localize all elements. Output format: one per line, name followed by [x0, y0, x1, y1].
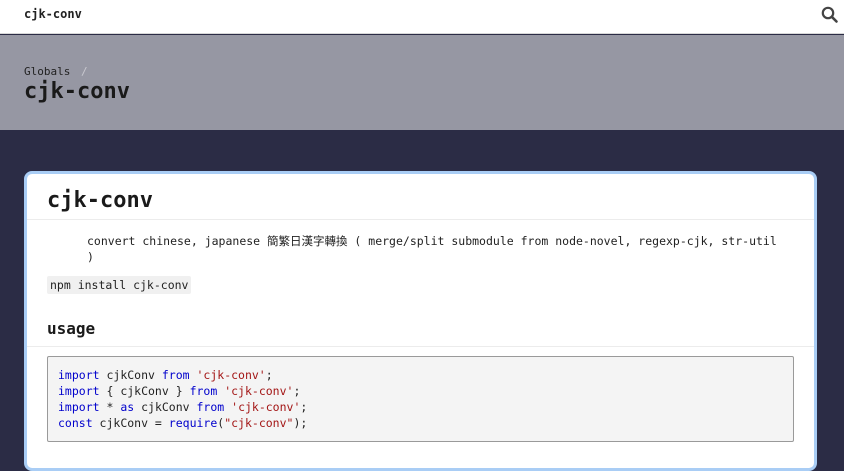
code-string: 'cjk-conv' — [231, 400, 301, 414]
code-keyword: as — [120, 400, 135, 414]
code-line: import { cjkConv } from 'cjk-conv'; — [58, 383, 783, 399]
code-text: * — [99, 400, 121, 414]
code-string: 'cjk-conv' — [196, 368, 266, 382]
page-header: Globals / cjk-conv — [0, 35, 844, 130]
usage-divider — [27, 346, 814, 347]
code-text: { cjkConv } — [99, 384, 190, 398]
code-keyword: from — [196, 400, 225, 414]
breadcrumb-globals-link[interactable]: Globals — [24, 65, 70, 78]
content-card: cjk-conv convert chinese, japanese 簡繁日漢字… — [24, 171, 817, 471]
code-keyword: from — [161, 368, 190, 382]
code-string: 'cjk-conv' — [224, 384, 294, 398]
code-text: ; — [293, 384, 301, 398]
code-text: cjkConv = — [92, 416, 169, 430]
code-keyword: const — [58, 416, 93, 430]
code-text: ); — [293, 416, 308, 430]
code-line: const cjkConv = require("cjk-conv"); — [58, 415, 783, 431]
usage-code-block: import cjkConv from 'cjk-conv'; import { … — [47, 356, 794, 442]
code-text: ; — [265, 368, 273, 382]
page-title: cjk-conv — [24, 79, 130, 104]
breadcrumb: Globals / — [24, 65, 88, 78]
site-title-link[interactable]: cjk-conv — [24, 7, 82, 21]
code-keyword: import — [58, 368, 100, 382]
code-text: ; — [300, 400, 308, 414]
code-keyword: import — [58, 384, 100, 398]
breadcrumb-separator: / — [80, 65, 88, 78]
search-icon[interactable] — [820, 5, 840, 25]
install-command: npm install cjk-conv — [47, 276, 192, 294]
code-line: import * as cjkConv from 'cjk-conv'; — [58, 399, 783, 415]
heading-divider — [27, 219, 814, 220]
code-keyword: import — [58, 400, 100, 414]
module-heading: cjk-conv — [47, 188, 153, 213]
top-navigation-bar: cjk-conv — [0, 0, 844, 34]
code-keyword: from — [189, 384, 218, 398]
code-keyword: require — [168, 416, 218, 430]
code-line: import cjkConv from 'cjk-conv'; — [58, 367, 783, 383]
code-string: "cjk-conv" — [224, 416, 294, 430]
code-text: cjkConv — [99, 368, 162, 382]
code-text: cjkConv — [134, 400, 197, 414]
module-description: convert chinese, japanese 簡繁日漢字轉換 ( merg… — [87, 234, 777, 264]
usage-heading: usage — [47, 319, 96, 338]
